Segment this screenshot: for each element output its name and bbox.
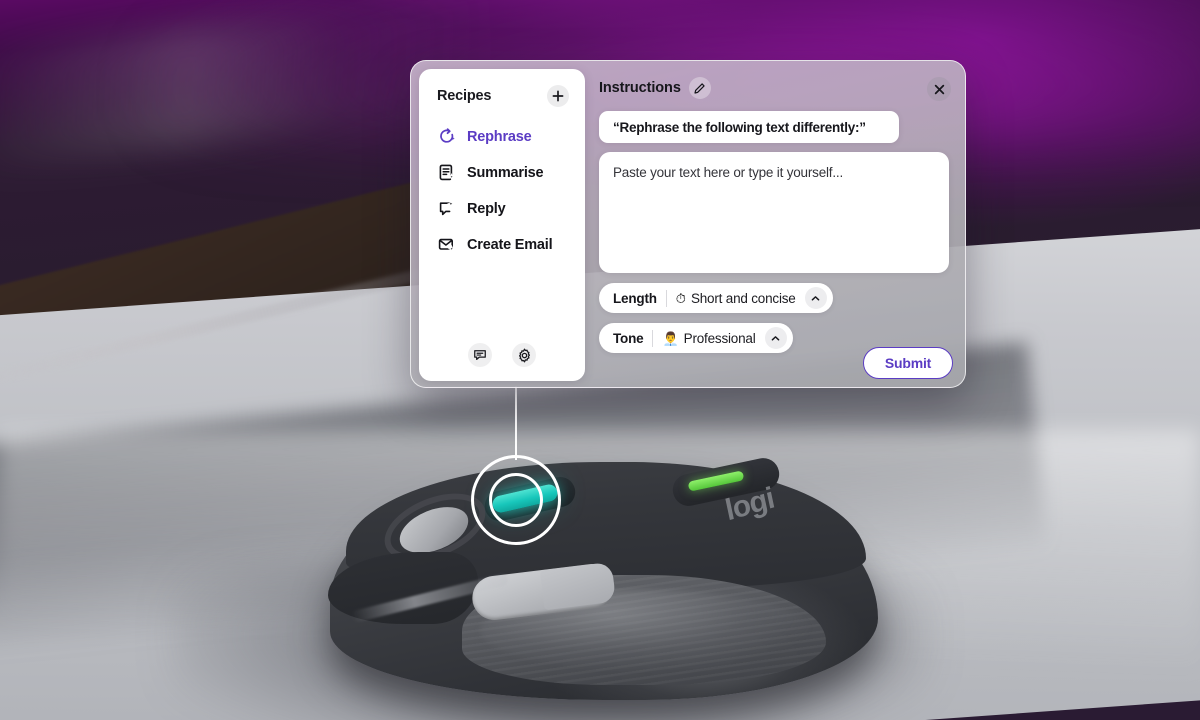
recipes-header: Recipes <box>437 85 569 107</box>
sidebar-item-reply[interactable]: Reply <box>431 191 577 227</box>
instructions-column: Instructions “Rephrase the following tex… <box>599 75 955 353</box>
logitech-mouse: logi <box>320 440 900 720</box>
tone-dropdown[interactable]: Tone 👨‍💼 Professional <box>599 323 793 353</box>
recipe-list: Rephrase Summarise Reply Create Email <box>431 119 577 263</box>
sidebar-item-rephrase[interactable]: Rephrase <box>431 119 577 155</box>
screenshot-scene: logi Recipes Rephrase Summarise Reply Cr… <box>0 0 1200 720</box>
edit-instructions-button[interactable] <box>688 77 711 99</box>
pencil-icon <box>694 82 705 94</box>
recipes-sidebar: Recipes Rephrase Summarise Reply Create … <box>419 69 585 381</box>
plus-icon <box>552 90 564 102</box>
length-value: Short and concise <box>690 290 796 306</box>
sidebar-item-label: Rephrase <box>467 129 532 145</box>
submit-row: Submit <box>863 347 953 379</box>
reply-sparkle-icon <box>437 199 457 219</box>
divider <box>665 289 667 307</box>
chevron-up-icon <box>771 335 780 341</box>
sidebar-item-create-email[interactable]: Create Email <box>431 227 577 263</box>
tone-label: Tone <box>613 330 644 346</box>
instructions-header: Instructions <box>599 75 955 101</box>
length-label: Length <box>613 290 657 306</box>
instructions-title: Instructions <box>599 80 681 96</box>
sidebar-item-label: Create Email <box>467 237 553 253</box>
feedback-icon <box>474 350 486 361</box>
tone-chevron-button[interactable] <box>764 327 787 349</box>
settings-button[interactable] <box>512 343 536 367</box>
tone-value: Professional <box>683 330 756 346</box>
stopwatch-icon: ⏱ <box>675 290 686 306</box>
feedback-button[interactable] <box>468 343 492 367</box>
envelope-sparkle-icon <box>437 235 457 255</box>
divider <box>652 329 654 347</box>
submit-button[interactable]: Submit <box>863 347 953 379</box>
sidebar-item-label: Summarise <box>467 165 544 181</box>
prompt-input[interactable]: “Rephrase the following text differently… <box>599 111 899 143</box>
add-recipe-button[interactable] <box>547 85 569 107</box>
chevron-up-icon <box>811 295 820 301</box>
length-chevron-button[interactable] <box>804 287 827 309</box>
refresh-sparkle-icon <box>437 127 457 147</box>
callout-connector-line <box>515 386 517 460</box>
recipes-title: Recipes <box>437 88 492 104</box>
sidebar-item-label: Reply <box>467 201 506 217</box>
settings-gear-icon <box>518 348 530 362</box>
ai-prompt-builder-panel: Recipes Rephrase Summarise Reply Create … <box>410 60 966 388</box>
highlight-ring-inner <box>489 473 543 527</box>
length-dropdown[interactable]: Length ⏱ Short and concise <box>599 283 833 313</box>
professional-person-icon: 👨‍💼 <box>662 330 679 346</box>
length-option-row: Length ⏱ Short and concise <box>599 283 955 313</box>
document-sparkle-icon <box>437 163 457 183</box>
recipes-footer <box>419 343 585 367</box>
sidebar-item-summarise[interactable]: Summarise <box>431 155 577 191</box>
user-text-textarea[interactable]: Paste your text here or type it yourself… <box>599 152 949 273</box>
